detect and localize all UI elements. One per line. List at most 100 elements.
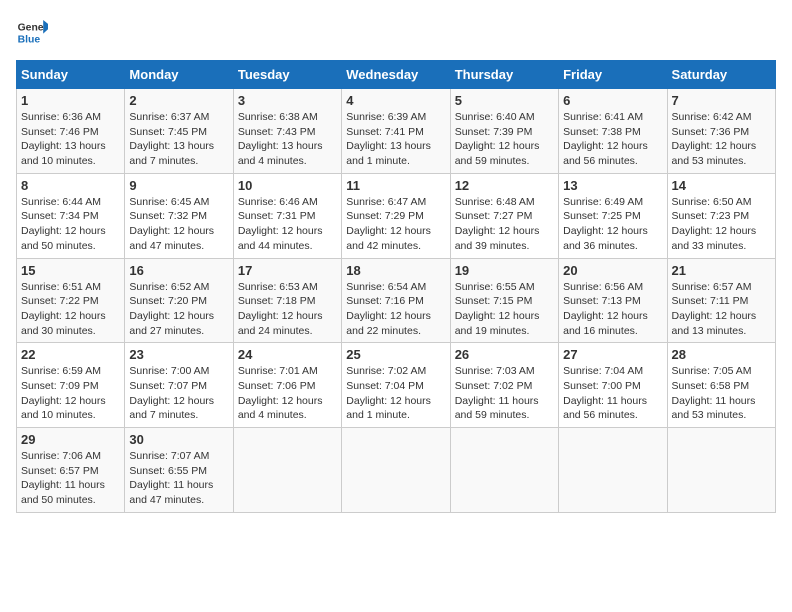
calendar-cell: 24 Sunrise: 7:01 AMSunset: 7:06 PMDaylig… [233,343,341,428]
day-number: 24 [238,347,337,362]
day-number: 15 [21,263,120,278]
calendar-cell: 19 Sunrise: 6:55 AMSunset: 7:15 PMDaylig… [450,258,558,343]
day-number: 7 [672,93,771,108]
day-number: 30 [129,432,228,447]
calendar-cell: 8 Sunrise: 6:44 AMSunset: 7:34 PMDayligh… [17,173,125,258]
day-info: Sunrise: 7:06 AMSunset: 6:57 PMDaylight:… [21,449,120,508]
day-number: 23 [129,347,228,362]
day-info: Sunrise: 6:36 AMSunset: 7:46 PMDaylight:… [21,110,120,169]
calendar-cell: 3 Sunrise: 6:38 AMSunset: 7:43 PMDayligh… [233,89,341,174]
day-info: Sunrise: 6:53 AMSunset: 7:18 PMDaylight:… [238,280,337,339]
weekday-header: Thursday [450,61,558,89]
day-info: Sunrise: 6:50 AMSunset: 7:23 PMDaylight:… [672,195,771,254]
day-number: 3 [238,93,337,108]
calendar-cell: 15 Sunrise: 6:51 AMSunset: 7:22 PMDaylig… [17,258,125,343]
day-info: Sunrise: 6:54 AMSunset: 7:16 PMDaylight:… [346,280,445,339]
day-number: 4 [346,93,445,108]
calendar-cell [450,428,558,513]
calendar-cell: 28 Sunrise: 7:05 AMSunset: 6:58 PMDaylig… [667,343,775,428]
day-info: Sunrise: 6:59 AMSunset: 7:09 PMDaylight:… [21,364,120,423]
calendar-cell: 18 Sunrise: 6:54 AMSunset: 7:16 PMDaylig… [342,258,450,343]
calendar-table: SundayMondayTuesdayWednesdayThursdayFrid… [16,60,776,513]
day-info: Sunrise: 6:37 AMSunset: 7:45 PMDaylight:… [129,110,228,169]
calendar-cell: 4 Sunrise: 6:39 AMSunset: 7:41 PMDayligh… [342,89,450,174]
day-number: 9 [129,178,228,193]
calendar-cell [667,428,775,513]
day-number: 8 [21,178,120,193]
day-number: 27 [563,347,662,362]
day-number: 19 [455,263,554,278]
day-number: 12 [455,178,554,193]
calendar-cell: 20 Sunrise: 6:56 AMSunset: 7:13 PMDaylig… [559,258,667,343]
day-info: Sunrise: 6:51 AMSunset: 7:22 PMDaylight:… [21,280,120,339]
day-number: 18 [346,263,445,278]
calendar-cell: 22 Sunrise: 6:59 AMSunset: 7:09 PMDaylig… [17,343,125,428]
day-info: Sunrise: 6:42 AMSunset: 7:36 PMDaylight:… [672,110,771,169]
day-info: Sunrise: 7:05 AMSunset: 6:58 PMDaylight:… [672,364,771,423]
day-number: 11 [346,178,445,193]
day-number: 21 [672,263,771,278]
day-info: Sunrise: 6:56 AMSunset: 7:13 PMDaylight:… [563,280,662,339]
calendar-cell: 2 Sunrise: 6:37 AMSunset: 7:45 PMDayligh… [125,89,233,174]
day-info: Sunrise: 7:07 AMSunset: 6:55 PMDaylight:… [129,449,228,508]
calendar-cell [342,428,450,513]
day-number: 17 [238,263,337,278]
calendar-week-row: 29 Sunrise: 7:06 AMSunset: 6:57 PMDaylig… [17,428,776,513]
weekday-header: Friday [559,61,667,89]
day-info: Sunrise: 6:38 AMSunset: 7:43 PMDaylight:… [238,110,337,169]
calendar-cell: 16 Sunrise: 6:52 AMSunset: 7:20 PMDaylig… [125,258,233,343]
weekday-header: Sunday [17,61,125,89]
calendar-cell: 12 Sunrise: 6:48 AMSunset: 7:27 PMDaylig… [450,173,558,258]
calendar-cell: 30 Sunrise: 7:07 AMSunset: 6:55 PMDaylig… [125,428,233,513]
day-number: 26 [455,347,554,362]
day-number: 22 [21,347,120,362]
calendar-cell: 1 Sunrise: 6:36 AMSunset: 7:46 PMDayligh… [17,89,125,174]
day-info: Sunrise: 6:44 AMSunset: 7:34 PMDaylight:… [21,195,120,254]
day-info: Sunrise: 7:01 AMSunset: 7:06 PMDaylight:… [238,364,337,423]
weekday-header: Tuesday [233,61,341,89]
day-number: 28 [672,347,771,362]
logo: General Blue [16,16,48,48]
page-header: General Blue [16,16,776,48]
day-number: 14 [672,178,771,193]
day-number: 5 [455,93,554,108]
calendar-cell: 26 Sunrise: 7:03 AMSunset: 7:02 PMDaylig… [450,343,558,428]
calendar-cell: 9 Sunrise: 6:45 AMSunset: 7:32 PMDayligh… [125,173,233,258]
day-info: Sunrise: 7:04 AMSunset: 7:00 PMDaylight:… [563,364,662,423]
day-info: Sunrise: 6:49 AMSunset: 7:25 PMDaylight:… [563,195,662,254]
calendar-cell [559,428,667,513]
day-info: Sunrise: 6:55 AMSunset: 7:15 PMDaylight:… [455,280,554,339]
day-info: Sunrise: 6:57 AMSunset: 7:11 PMDaylight:… [672,280,771,339]
calendar-week-row: 22 Sunrise: 6:59 AMSunset: 7:09 PMDaylig… [17,343,776,428]
calendar-week-row: 8 Sunrise: 6:44 AMSunset: 7:34 PMDayligh… [17,173,776,258]
day-number: 25 [346,347,445,362]
day-info: Sunrise: 7:02 AMSunset: 7:04 PMDaylight:… [346,364,445,423]
day-info: Sunrise: 6:47 AMSunset: 7:29 PMDaylight:… [346,195,445,254]
day-number: 1 [21,93,120,108]
day-info: Sunrise: 6:48 AMSunset: 7:27 PMDaylight:… [455,195,554,254]
day-info: Sunrise: 6:40 AMSunset: 7:39 PMDaylight:… [455,110,554,169]
day-info: Sunrise: 7:03 AMSunset: 7:02 PMDaylight:… [455,364,554,423]
calendar-cell: 14 Sunrise: 6:50 AMSunset: 7:23 PMDaylig… [667,173,775,258]
day-info: Sunrise: 6:41 AMSunset: 7:38 PMDaylight:… [563,110,662,169]
day-number: 13 [563,178,662,193]
calendar-week-row: 1 Sunrise: 6:36 AMSunset: 7:46 PMDayligh… [17,89,776,174]
day-number: 16 [129,263,228,278]
calendar-cell: 5 Sunrise: 6:40 AMSunset: 7:39 PMDayligh… [450,89,558,174]
calendar-cell: 21 Sunrise: 6:57 AMSunset: 7:11 PMDaylig… [667,258,775,343]
day-info: Sunrise: 6:52 AMSunset: 7:20 PMDaylight:… [129,280,228,339]
calendar-cell: 27 Sunrise: 7:04 AMSunset: 7:00 PMDaylig… [559,343,667,428]
calendar-week-row: 15 Sunrise: 6:51 AMSunset: 7:22 PMDaylig… [17,258,776,343]
calendar-cell: 6 Sunrise: 6:41 AMSunset: 7:38 PMDayligh… [559,89,667,174]
day-info: Sunrise: 6:46 AMSunset: 7:31 PMDaylight:… [238,195,337,254]
calendar-cell: 17 Sunrise: 6:53 AMSunset: 7:18 PMDaylig… [233,258,341,343]
logo-icon: General Blue [16,16,48,48]
day-number: 10 [238,178,337,193]
calendar-cell: 10 Sunrise: 6:46 AMSunset: 7:31 PMDaylig… [233,173,341,258]
calendar-cell: 7 Sunrise: 6:42 AMSunset: 7:36 PMDayligh… [667,89,775,174]
calendar-cell: 29 Sunrise: 7:06 AMSunset: 6:57 PMDaylig… [17,428,125,513]
day-info: Sunrise: 6:39 AMSunset: 7:41 PMDaylight:… [346,110,445,169]
calendar-cell: 25 Sunrise: 7:02 AMSunset: 7:04 PMDaylig… [342,343,450,428]
weekday-header: Wednesday [342,61,450,89]
day-number: 6 [563,93,662,108]
